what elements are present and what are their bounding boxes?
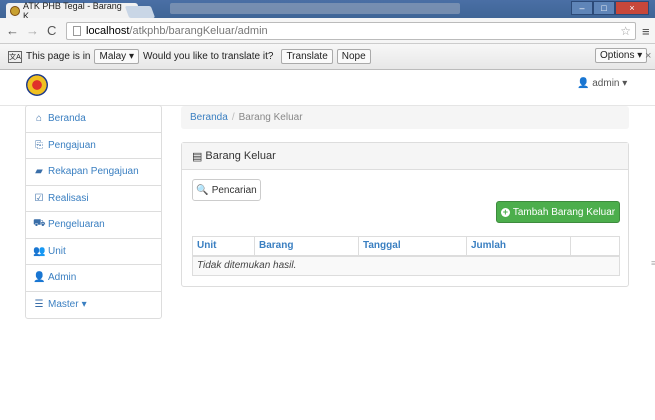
translate-infobar: 文A This page is in Malay ▾ Would you lik… <box>0 44 655 70</box>
back-arrow-icon[interactable]: ← <box>6 23 19 38</box>
panel-title: Barang Keluar <box>205 150 276 162</box>
sidebar-item-label: Pengajuan <box>48 139 96 151</box>
sidebar-item-beranda[interactable]: ⌂ Beranda <box>26 106 161 133</box>
column-header-actions <box>570 236 620 257</box>
nope-button[interactable]: Nope <box>336 49 371 64</box>
add-label: Tambah Barang Keluar <box>512 206 616 218</box>
user-name: admin <box>592 78 620 89</box>
column-header-jumlah[interactable]: Jumlah <box>466 236 571 257</box>
options-label: Options <box>600 50 635 61</box>
close-window-button[interactable]: × <box>615 1 649 15</box>
book-icon: ▰ <box>35 166 43 178</box>
search-button[interactable]: 🔍 Pencarian <box>192 179 261 201</box>
address-bar[interactable]: localhost/atkphb/barangKeluar/admin ☆ <box>66 22 636 40</box>
page-header: 👤 admin ▾ <box>0 70 655 106</box>
browser-menu-icon[interactable]: ≡ <box>642 24 650 39</box>
user-menu[interactable]: 👤 admin ▾ <box>577 78 627 89</box>
sidebar-item-label: Rekapan Pengajuan <box>48 166 139 178</box>
maximize-button[interactable]: □ <box>593 1 615 15</box>
sidebar-item-realisasi[interactable]: ☑ Realisasi <box>26 186 161 212</box>
sidebar-item-label: Admin <box>48 272 77 284</box>
language-select[interactable]: Malay ▾ <box>94 49 139 64</box>
user-icon: 👤 <box>33 272 46 284</box>
sidebar-item-pengeluaran[interactable]: ⛟ Pengeluaran <box>26 212 161 239</box>
data-table: Unit Barang Tanggal Jumlah Tidak ditemuk… <box>192 236 620 276</box>
language-value: Malay <box>99 51 127 62</box>
scrollbar-indicator[interactable]: ≡ <box>651 258 655 268</box>
breadcrumb-separator: / <box>231 112 235 123</box>
bookmark-star-icon[interactable]: ☆ <box>620 24 631 38</box>
sidebar-item-admin[interactable]: 👤 Admin <box>26 265 161 292</box>
breadcrumb: Beranda / Barang Keluar <box>181 106 629 129</box>
users-icon: 👥 <box>33 245 46 257</box>
translate-icon: 文A <box>8 50 22 63</box>
sidebar-item-label: Realisasi <box>48 192 89 204</box>
check-icon: ☑ <box>34 192 44 204</box>
empty-message: Tidak ditemukan hasil. <box>192 255 620 276</box>
panel-heading: ▤ Barang Keluar <box>182 143 628 170</box>
breadcrumb-current: Barang Keluar <box>238 112 303 123</box>
sidebar-item-rekapan-pengajuan[interactable]: ▰ Rekapan Pengajuan <box>26 159 161 186</box>
sidebar-item-label: Master <box>48 299 79 311</box>
home-icon: ⌂ <box>35 113 43 125</box>
sidebar-item-label: Unit <box>48 245 66 257</box>
bookmark-icon: ⎘ <box>35 139 43 151</box>
table-row: Tidak ditemukan hasil. <box>192 255 620 276</box>
column-header-tanggal[interactable]: Tanggal <box>358 236 467 257</box>
url-host: localhost <box>86 25 130 37</box>
breadcrumb-home-link[interactable]: Beranda <box>190 112 228 123</box>
column-header-barang[interactable]: Barang <box>254 236 359 257</box>
cart-icon: ⛟ <box>33 218 46 230</box>
table-icon: ▤ <box>192 150 203 163</box>
search-label: Pencarian <box>211 184 257 196</box>
window-titlebar: ATK PHB Tegal - Barang K × – □ × <box>0 0 655 21</box>
content-panel: ▤ Barang Keluar 🔍 Pencarian + Tambah Bar… <box>181 142 629 287</box>
translate-prefix: This page is in <box>26 51 91 62</box>
sidebar-item-unit[interactable]: 👥 Unit <box>26 239 161 265</box>
list-icon: ☰ <box>34 299 44 311</box>
translate-question: Would you like to translate it? <box>142 51 274 62</box>
close-infobar-icon[interactable]: × <box>645 50 651 62</box>
sidebar-item-label: Beranda <box>48 113 86 125</box>
browser-tab[interactable]: ATK PHB Tegal - Barang K × <box>6 1 138 21</box>
window-controls: – □ × <box>571 1 649 15</box>
sidebar-nav: ⌂ Beranda ⎘ Pengajuan ▰ Rekapan Pengajua… <box>25 105 162 319</box>
table-header-row: Unit Barang Tanggal Jumlah <box>192 236 620 257</box>
caret-down-icon: ▾ <box>622 78 628 89</box>
sidebar-item-label: Pengeluaran <box>48 219 105 231</box>
plus-circle-icon: + <box>500 206 510 217</box>
search-icon: 🔍 <box>196 184 209 196</box>
options-button[interactable]: Options ▾ <box>595 48 648 63</box>
column-header-unit[interactable]: Unit <box>192 236 255 257</box>
caret-down-icon: ▾ <box>81 299 87 311</box>
forward-arrow-icon[interactable]: → <box>26 23 39 38</box>
add-barang-keluar-button[interactable]: + Tambah Barang Keluar <box>496 201 620 223</box>
logo[interactable] <box>26 74 48 96</box>
user-icon: 👤 <box>577 78 590 89</box>
new-tab-button[interactable] <box>124 6 156 18</box>
url-path: /atkphb/barangKeluar/admin <box>129 25 268 37</box>
translate-button[interactable]: Translate <box>281 49 333 64</box>
sidebar-item-pengajuan[interactable]: ⎘ Pengajuan <box>26 133 161 159</box>
site-favicon-icon <box>10 5 20 16</box>
blurred-title-area <box>170 3 460 14</box>
sidebar-item-master[interactable]: ☰ Master ▾ <box>26 292 161 319</box>
browser-toolbar: ← → C localhost/atkphb/barangKeluar/admi… <box>0 18 655 44</box>
reload-icon[interactable]: C <box>47 23 56 38</box>
minimize-button[interactable]: – <box>571 1 593 15</box>
page-icon <box>73 26 81 36</box>
